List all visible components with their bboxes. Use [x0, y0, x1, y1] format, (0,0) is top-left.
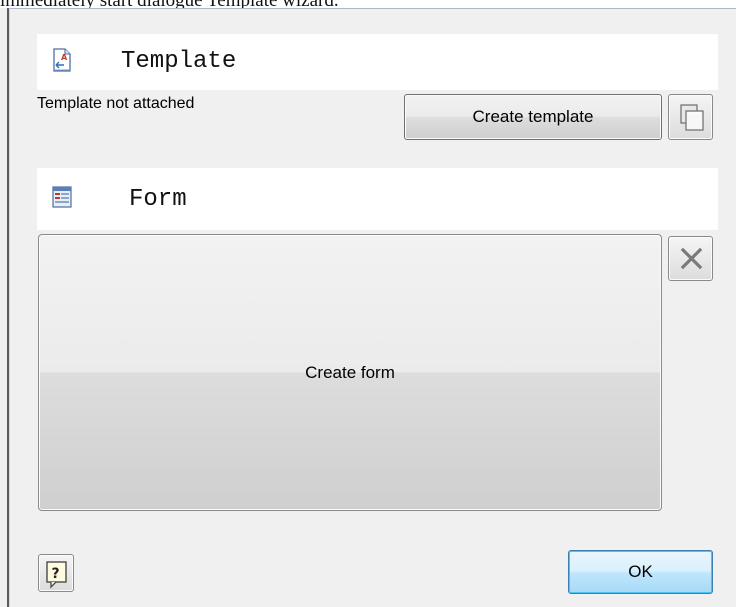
form-section-title: Form [129, 186, 187, 213]
help-button[interactable]: ? [38, 554, 74, 592]
delete-form-button[interactable] [668, 236, 713, 281]
create-form-button[interactable]: Create form [38, 234, 662, 511]
dialog-top-border [9, 8, 736, 9]
template-status-text: Template not attached [37, 95, 195, 112]
ok-button[interactable]: OK [568, 550, 713, 594]
template-doc-icon: A [52, 48, 72, 72]
form-icon [52, 186, 72, 208]
copy-template-button[interactable] [668, 94, 713, 140]
help-icon: ? [46, 561, 67, 589]
form-section-header: Form [37, 168, 718, 230]
svg-text:A: A [61, 53, 68, 62]
svg-text:?: ? [52, 566, 60, 582]
close-icon [680, 247, 703, 270]
copy-icon [680, 104, 704, 131]
dialog-left-border-highlight [9, 8, 10, 607]
create-template-button[interactable]: Create template [404, 94, 662, 140]
template-form-dialog: A Template Template not attached Create … [0, 8, 736, 607]
template-section-header: A Template [37, 34, 718, 90]
template-section-title: Template [121, 48, 237, 75]
